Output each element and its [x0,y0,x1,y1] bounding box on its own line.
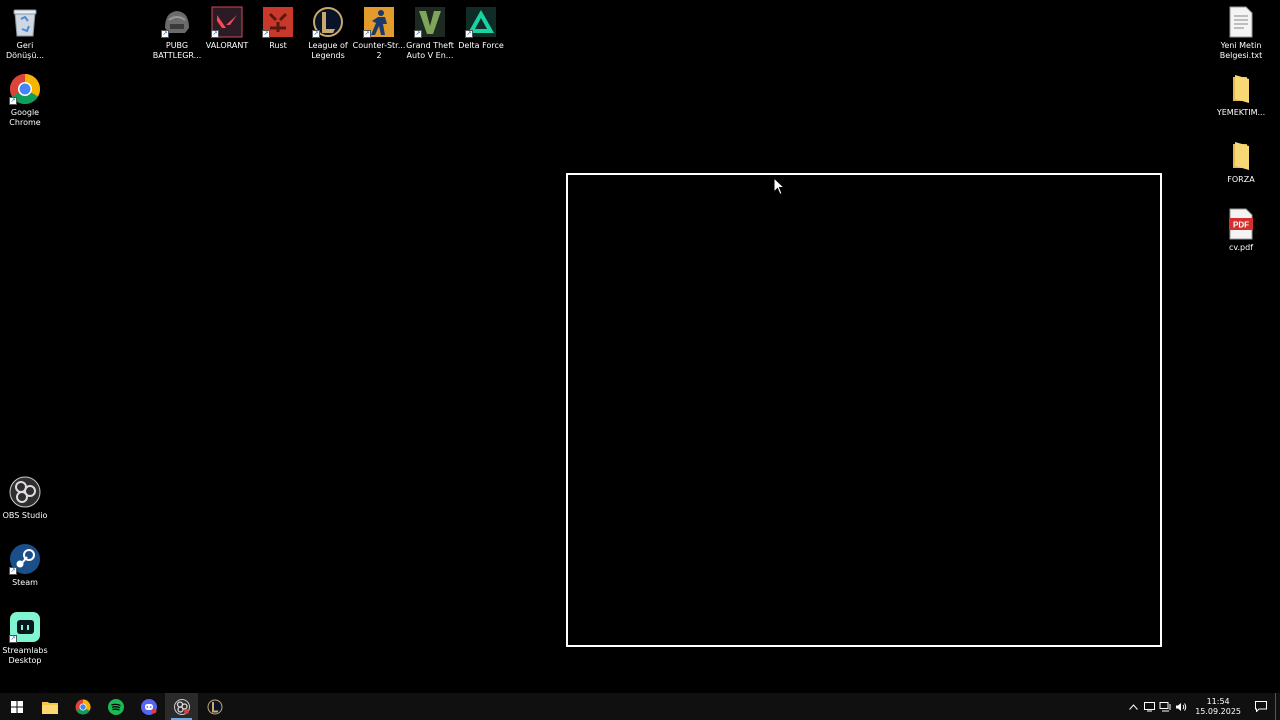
desktop-icon-valorant[interactable]: ↗ VALORANT [198,6,256,51]
desktop-icon-label: Yeni Metin Belgesi.txt [1219,41,1263,60]
clock-time: 11:54 [1206,696,1230,706]
desktop-icon-label: Steam [12,578,38,587]
desktop-icon-folder-yemektim[interactable]: YEMEKTIM... [1212,73,1270,118]
desktop-icon-gta-v[interactable]: ↗ Grand Theft Auto V En... [401,6,459,61]
shortcut-arrow-icon: ↗ [465,30,473,38]
desktop-icon-folder-forza[interactable]: FORZA [1212,140,1270,185]
desktop-icon-label: cv.pdf [1228,243,1254,252]
obs-icon [9,476,41,508]
taskbar-obs[interactable] [165,693,198,720]
desktop-icon-pdf[interactable]: PDF cv.pdf [1212,208,1270,253]
taskbar-file-explorer[interactable] [33,693,66,720]
pdf-icon: PDF [1225,208,1257,240]
desktop-icon-label: Rust [269,41,287,50]
desktop-icon-text-file[interactable]: Yeni Metin Belgesi.txt [1212,6,1270,61]
network-icon[interactable] [1157,693,1173,720]
taskbar: 11:54 15.09.2025 [0,693,1280,720]
shortcut-arrow-icon: ↗ [363,30,371,38]
rust-icon: ↗ [262,6,294,38]
chrome-icon [75,699,91,715]
shortcut-arrow-icon: ↗ [262,30,270,38]
desktop-selection-rectangle [566,173,1162,647]
recycle-bin-icon [9,6,41,38]
notification-icon [1255,701,1267,712]
counter-strike-icon: ↗ [363,6,395,38]
tray-display-icon[interactable] [1141,693,1157,720]
shortcut-arrow-icon: ↗ [9,97,17,105]
shortcut-arrow-icon: ↗ [161,30,169,38]
league-icon [207,699,222,714]
system-tray: 11:54 15.09.2025 [1125,693,1280,720]
shortcut-arrow-icon: ↗ [211,30,219,38]
desktop-icon-obs-studio[interactable]: OBS Studio [0,476,54,521]
pubg-icon: ↗ [161,6,193,38]
desktop-icon-label: Delta Force [458,41,504,50]
start-button[interactable] [0,693,33,720]
show-hidden-icons-button[interactable] [1125,693,1141,720]
desktop-icon-recycle-bin[interactable]: Geri Dönüşü... [0,6,54,61]
desktop-icon-label: YEMEKTIM... [1216,108,1266,117]
desktop-icon-label: Counter-Str... 2 [352,41,406,60]
taskbar-discord[interactable] [132,693,165,720]
desktop-icon-counter-strike[interactable]: ↗ Counter-Str... 2 [350,6,408,61]
desktop-icon-label: VALORANT [205,41,249,50]
shortcut-arrow-icon: ↗ [9,635,17,643]
league-icon: ↗ [312,6,344,38]
desktop-icon-label: Streamlabs Desktop [2,646,48,665]
folder-icon [1225,73,1257,105]
streamlabs-icon: ↗ [9,611,41,643]
shortcut-arrow-icon: ↗ [9,567,17,575]
file-explorer-icon [41,701,58,714]
text-file-icon [1225,6,1257,38]
desktop-icon-steam[interactable]: ↗ Steam [0,543,54,588]
gta-icon: ↗ [414,6,446,38]
taskbar-league[interactable] [198,693,231,720]
chrome-icon: ↗ [9,73,41,105]
desktop-icon-label: Grand Theft Auto V En... [406,41,454,60]
desktop-icon-label: Geri Dönüşü... [5,41,45,60]
shortcut-arrow-icon: ↗ [414,30,422,38]
desktop-icon-label: OBS Studio [2,511,48,520]
clock-date: 15.09.2025 [1195,706,1241,716]
action-center-button[interactable] [1247,693,1275,720]
desktop-icon-label: FORZA [1227,175,1255,184]
desktop-icon-label: League of Legends [308,41,348,60]
taskbar-chrome[interactable] [66,693,99,720]
delta-force-icon: ↗ [465,6,497,38]
obs-icon [173,698,190,715]
mouse-cursor-icon [773,176,787,197]
volume-icon[interactable] [1173,693,1189,720]
folder-icon [1225,140,1257,172]
desktop-icon-label: PUBG BATTLEGR... [152,41,202,60]
shortcut-arrow-icon: ↗ [312,30,320,38]
desktop-icon-google-chrome[interactable]: ↗ Google Chrome [0,73,54,128]
show-desktop-button[interactable] [1275,693,1280,720]
desktop-icon-delta-force[interactable]: ↗ Delta Force [452,6,510,51]
valorant-icon: ↗ [211,6,243,38]
taskbar-spotify[interactable] [99,693,132,720]
start-icon [10,700,23,713]
pdf-badge-text: PDF [1233,221,1249,230]
desktop-icon-label: Google Chrome [9,108,41,127]
steam-icon: ↗ [9,543,41,575]
desktop-icon-league-of-legends[interactable]: ↗ League of Legends [299,6,357,61]
spotify-icon [107,698,124,715]
desktop-icon-streamlabs[interactable]: ↗ Streamlabs Desktop [0,611,54,666]
discord-icon [140,698,157,715]
chevron-up-icon [1128,703,1138,710]
taskbar-clock[interactable]: 11:54 15.09.2025 [1189,697,1247,717]
